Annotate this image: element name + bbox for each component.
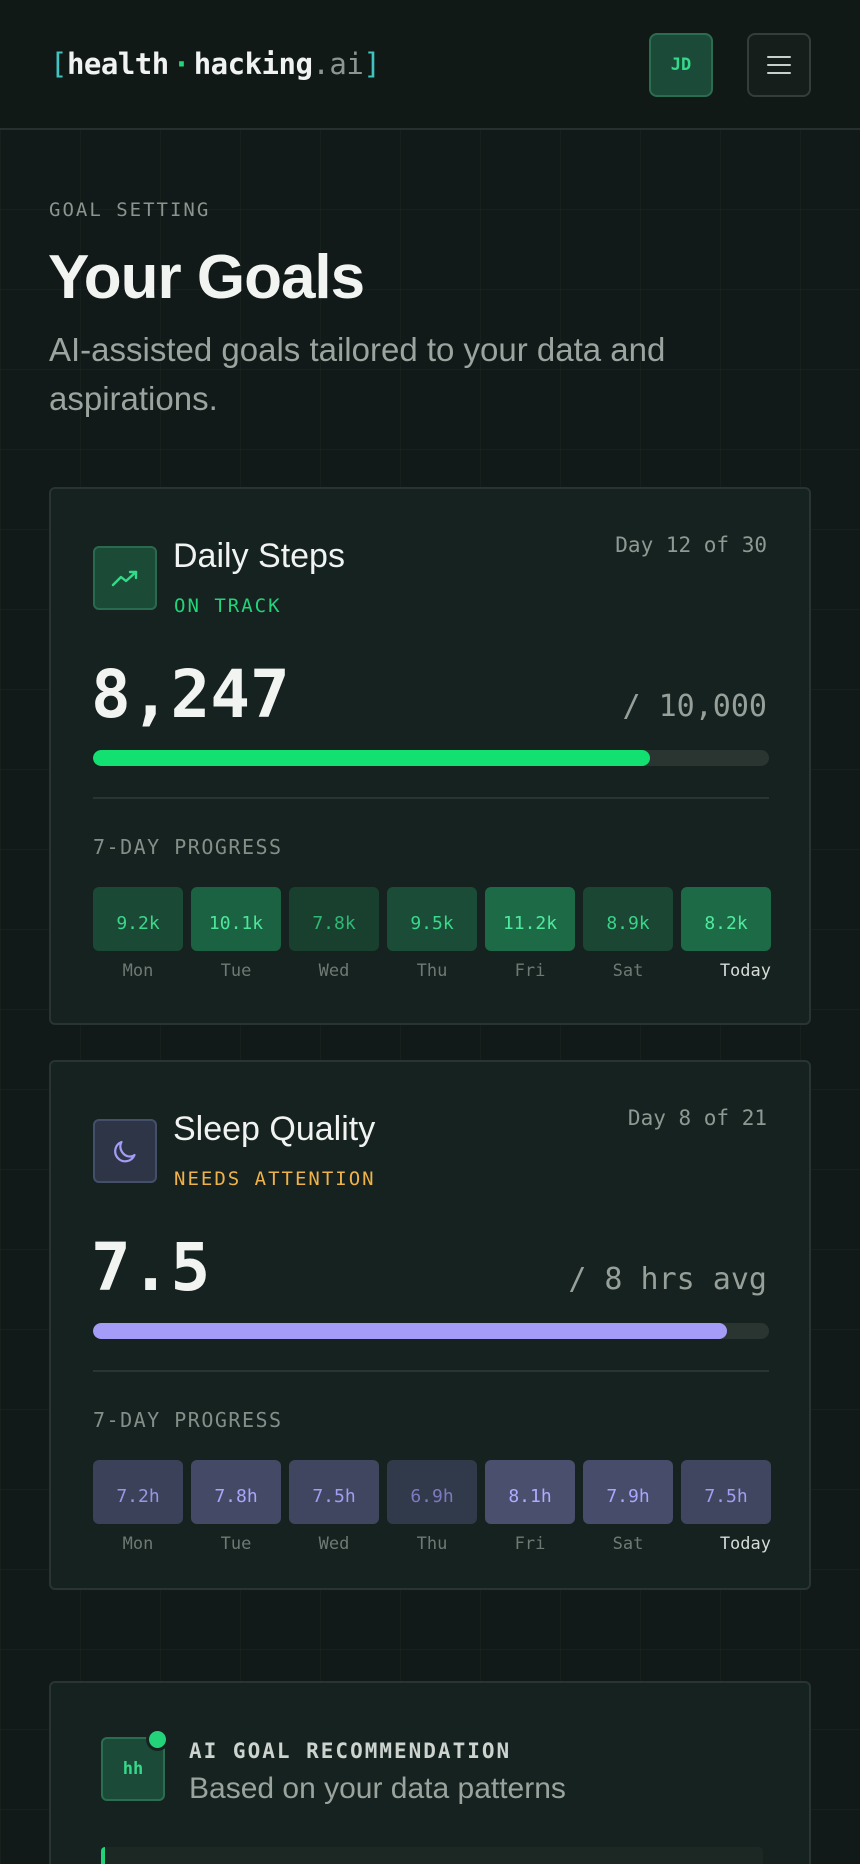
goal-progress-fill [93, 1323, 727, 1339]
goal-icon-tile [93, 546, 157, 610]
day-value: 10.1k [191, 887, 281, 951]
day-cell[interactable]: 6.9h Thu [387, 1460, 477, 1554]
goal-current-value: 7.5 [91, 1229, 211, 1306]
day-label: Tue [220, 1534, 252, 1554]
recommendation-subtitle: Based on your data patterns [189, 1772, 566, 1805]
page-title: Your Goals [48, 243, 365, 312]
goal-progress-fill [93, 750, 651, 766]
weekly-progress: 9.2k Mon 10.1k Tue 7.8k Wed 9.5k Thu 11.… [93, 887, 771, 987]
weekly-progress-label: 7-DAY PROGRESS [93, 835, 283, 859]
day-cell-today[interactable]: 7.5h Today [681, 1460, 771, 1554]
day-cell[interactable]: 8.9k Sat [583, 887, 673, 981]
day-label: Sat [612, 1534, 644, 1554]
goal-current-value: 8,247 [91, 656, 290, 733]
hamburger-icon [767, 56, 791, 74]
page-subtitle: AI-assisted goals tailored to your data … [49, 331, 666, 417]
goal-card-sleep-quality[interactable]: Sleep Quality NEEDS ATTENTION Day 8 of 2… [49, 1060, 811, 1590]
moon-icon [114, 1140, 136, 1163]
day-value: 7.5h [681, 1460, 771, 1524]
day-cell[interactable]: 7.9h Sat [583, 1460, 673, 1554]
day-cell[interactable]: 7.8h Tue [191, 1460, 281, 1554]
trending-up-icon [111, 570, 138, 587]
recommendation-body [101, 1847, 763, 1864]
logo-dot: · [172, 47, 190, 81]
goal-status-badge: ON TRACK [174, 595, 282, 617]
day-value: 7.8k [289, 887, 379, 951]
goal-target-value: / 10,000 [622, 689, 768, 724]
card-divider [93, 1370, 769, 1372]
section-eyebrow: GOAL SETTING [49, 199, 211, 221]
day-label: Thu [416, 961, 448, 981]
day-value: 7.9h [583, 1460, 673, 1524]
logo-suffix: .ai [312, 47, 364, 81]
goal-status-badge: NEEDS ATTENTION [174, 1168, 376, 1190]
day-label: Fri [514, 961, 546, 981]
user-avatar[interactable]: JD [649, 33, 713, 97]
recommendation-title: AI GOAL RECOMMENDATION [189, 1739, 512, 1763]
day-value: 9.5k [387, 887, 477, 951]
day-label: Wed [318, 1534, 350, 1554]
goal-target-value: / 8 hrs avg [568, 1262, 767, 1297]
day-cell[interactable]: 7.5h Wed [289, 1460, 379, 1554]
day-cell[interactable]: 7.8k Wed [289, 887, 379, 981]
day-label: Wed [318, 961, 350, 981]
day-label: Mon [122, 961, 154, 981]
card-divider [93, 797, 769, 799]
top-bar: [health · hacking.ai] JD [0, 0, 860, 130]
weekly-progress-label: 7-DAY PROGRESS [93, 1408, 283, 1432]
day-cell[interactable]: 9.2k Mon [93, 887, 183, 981]
logo-bracket-close: ] [363, 47, 381, 81]
day-cell[interactable]: 7.2h Mon [93, 1460, 183, 1554]
day-label: Today [719, 1534, 771, 1554]
day-label: Sat [612, 961, 644, 981]
goal-progress-bar [93, 750, 769, 766]
weekly-progress: 7.2h Mon 7.8h Tue 7.5h Wed 6.9h Thu 8.1h… [93, 1460, 771, 1560]
logo-bracket-open: [ [50, 47, 67, 81]
goal-progress-bar [93, 1323, 769, 1339]
day-value: 11.2k [485, 887, 575, 951]
day-cell[interactable]: 9.5k Thu [387, 887, 477, 981]
menu-button[interactable] [747, 33, 811, 97]
day-label: Today [719, 961, 771, 981]
goal-card-daily-steps[interactable]: Daily Steps ON TRACK Day 12 of 30 8,247 … [49, 487, 811, 1025]
goal-title: Sleep Quality [173, 1110, 376, 1148]
day-label: Tue [220, 961, 252, 981]
day-value: 8.9k [583, 887, 673, 951]
goal-day-counter: Day 12 of 30 [615, 533, 767, 557]
goal-day-counter: Day 8 of 21 [627, 1106, 767, 1130]
day-value: 6.9h [387, 1460, 477, 1524]
logo[interactable]: [health · hacking.ai] [50, 44, 381, 84]
goal-icon-tile [93, 1119, 157, 1183]
online-status-dot [149, 1731, 166, 1748]
logo-word-hacking: hacking [193, 47, 313, 81]
day-label: Mon [122, 1534, 154, 1554]
day-value: 8.1h [485, 1460, 575, 1524]
logo-word-health: health [66, 47, 169, 81]
day-cell[interactable]: 8.1h Fri [485, 1460, 575, 1554]
goal-title: Daily Steps [173, 537, 345, 575]
day-value: 7.2h [93, 1460, 183, 1524]
day-label: Fri [514, 1534, 546, 1554]
day-cell[interactable]: 11.2k Fri [485, 887, 575, 981]
day-label: Thu [416, 1534, 448, 1554]
day-value: 9.2k [93, 887, 183, 951]
day-value: 7.5h [289, 1460, 379, 1524]
day-value: 8.2k [681, 887, 771, 951]
ai-recommendation-card[interactable]: hh AI GOAL RECOMMENDATION Based on your … [49, 1681, 811, 1864]
day-cell-today[interactable]: 8.2k Today [681, 887, 771, 981]
day-value: 7.8h [191, 1460, 281, 1524]
day-cell[interactable]: 10.1k Tue [191, 887, 281, 981]
